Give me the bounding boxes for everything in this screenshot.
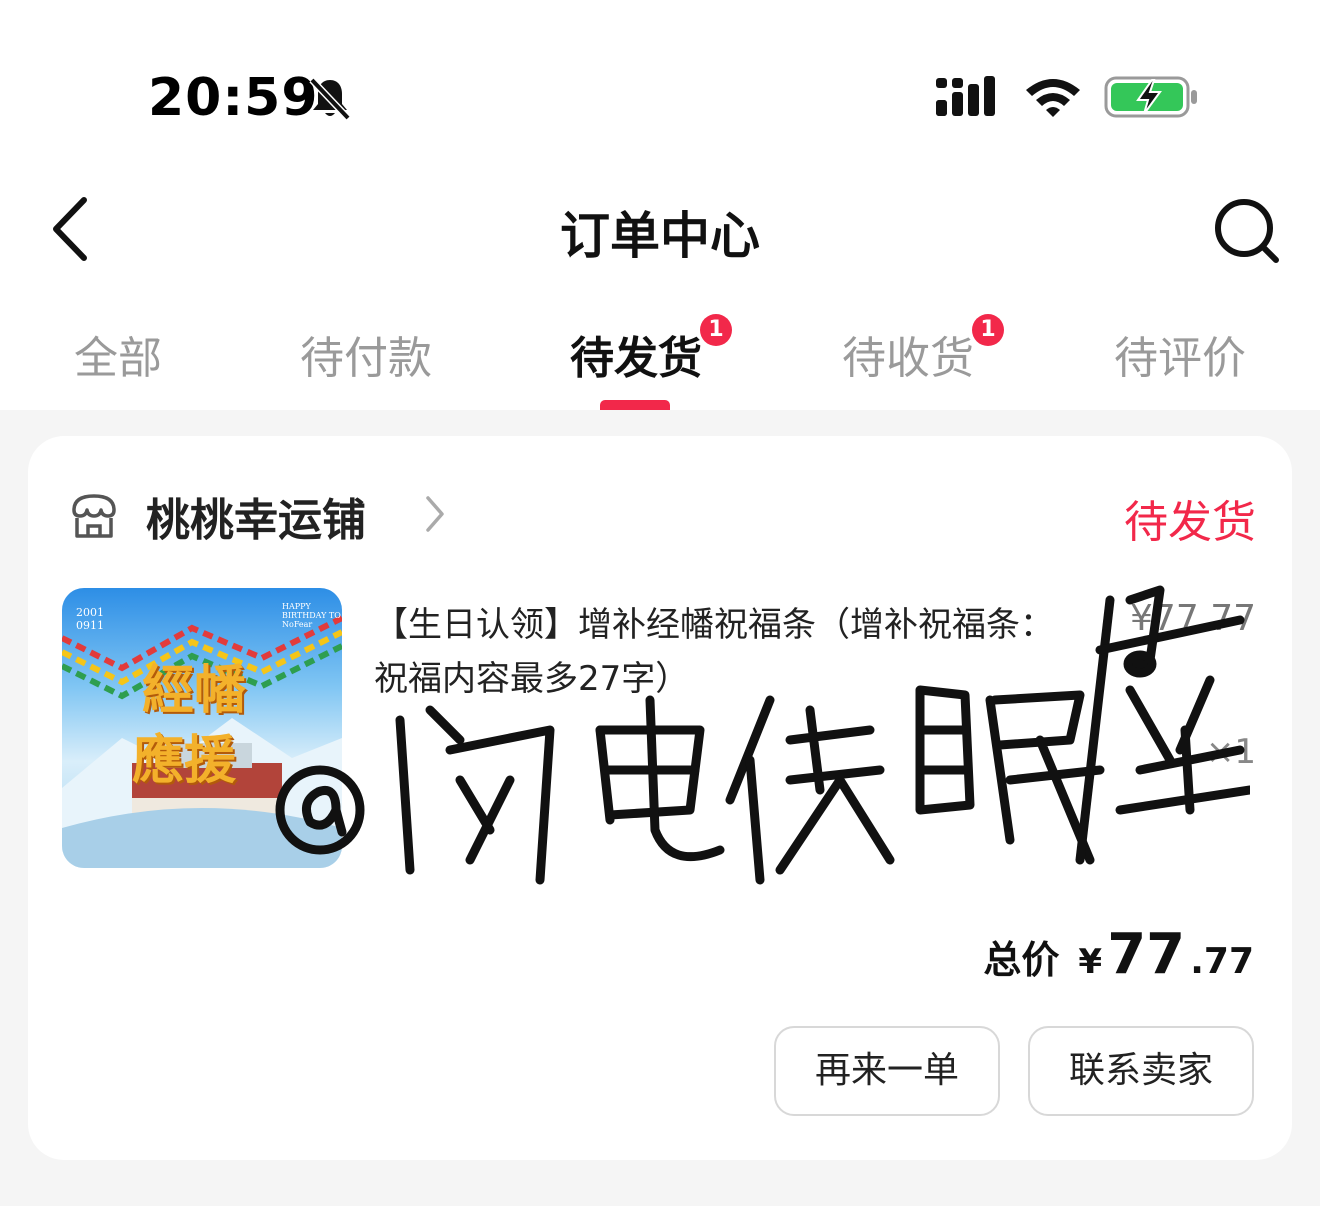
- shop-name: 桃桃幸运铺: [146, 495, 366, 546]
- image-title-top: 經幡: [142, 660, 247, 721]
- tab-label: 待收货: [842, 333, 974, 384]
- tab-label: 待评价: [1114, 333, 1246, 384]
- tab-label: 待发货: [570, 333, 702, 384]
- signal-icon: [936, 76, 995, 116]
- active-tab-indicator: [600, 400, 670, 410]
- bell-off-icon: [309, 77, 351, 121]
- tab-pending-payment[interactable]: 待付款: [300, 322, 432, 386]
- image-birthday-text: HAPPY BIRTHDAY TO NoFear: [282, 602, 341, 629]
- product-price: ¥77.77: [1130, 598, 1256, 639]
- reorder-button[interactable]: 再来一单: [774, 1026, 1000, 1116]
- wifi-icon: [1026, 79, 1080, 117]
- tab-pending-receipt[interactable]: 待收货 1: [842, 314, 1004, 386]
- tab-pending-shipment[interactable]: 待发货 1: [570, 314, 732, 386]
- contact-seller-button[interactable]: 联系卖家: [1028, 1026, 1254, 1116]
- total-integer: 77: [1107, 922, 1186, 987]
- battery-charging-icon: [1104, 76, 1197, 118]
- total-decimal: .77: [1190, 941, 1254, 982]
- order-total: 总价 ¥ 77 .77: [983, 922, 1254, 987]
- tab-badge: 1: [972, 314, 1004, 346]
- product-image[interactable]: 2001 0911 HAPPY BIRTHDAY TO NoFear 經幡 應援: [62, 588, 342, 868]
- total-label: 总价: [983, 938, 1060, 982]
- image-title-bottom: 應援: [132, 730, 237, 791]
- back-arrow-icon[interactable]: [44, 194, 100, 264]
- product-title[interactable]: 【生日认领】增补经幡祝福条（增补祝福条：祝福内容最多27字）: [374, 598, 1064, 706]
- tab-label: 待付款: [300, 333, 432, 384]
- tab-all[interactable]: 全部: [74, 322, 162, 386]
- tab-label: 全部: [74, 333, 162, 384]
- page-title: 订单中心: [560, 207, 760, 265]
- tab-pending-review[interactable]: 待评价: [1114, 322, 1246, 386]
- order-status: 待发货: [1124, 497, 1256, 548]
- product-quantity: ×1: [1205, 732, 1256, 772]
- image-date-text: 2001 0911: [76, 606, 104, 632]
- chevron-right-icon: [426, 496, 444, 532]
- status-time: 20:59: [148, 68, 319, 128]
- order-card[interactable]: 桃桃幸运铺 待发货 2001 0911 HAPPY BIRTHDAY TO No…: [28, 436, 1292, 1160]
- shop-icon: [72, 494, 116, 538]
- total-currency: ¥: [1078, 942, 1103, 982]
- tab-badge: 1: [700, 314, 732, 346]
- search-icon[interactable]: [1212, 196, 1282, 266]
